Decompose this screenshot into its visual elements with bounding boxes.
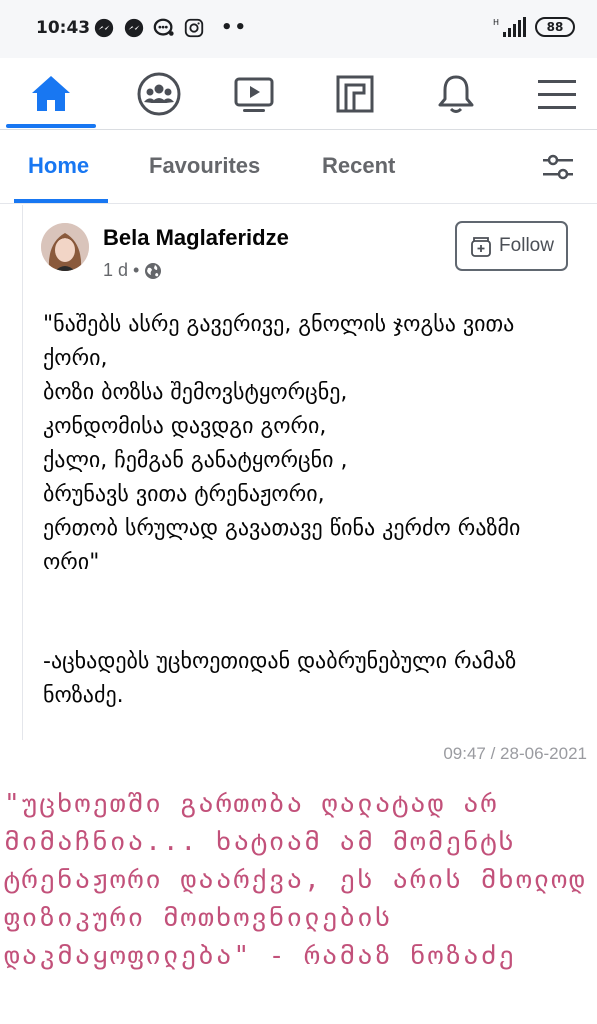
post-card: Bela Maglaferidze 1 d • Follow "ნაშებს ა… [22, 205, 597, 740]
video-icon [234, 77, 274, 112]
tab-favourites[interactable]: Favourites [149, 153, 260, 179]
bell-icon [438, 75, 474, 113]
instagram-icon [184, 18, 204, 38]
tab-recent[interactable]: Recent [322, 153, 395, 179]
signal-icon: H [493, 17, 526, 37]
filter-icon[interactable] [541, 151, 575, 183]
meta-separator: • [133, 260, 140, 280]
nav-groups[interactable] [119, 58, 199, 130]
status-bar: 10:43 •• H 88 [0, 0, 597, 58]
avatar-image [41, 223, 89, 271]
top-nav-bar [0, 58, 597, 130]
tab-home[interactable]: Home [28, 153, 89, 179]
tab-active-indicator [14, 199, 108, 203]
nav-menu[interactable] [517, 58, 597, 130]
pages-icon [336, 75, 374, 113]
screenshot-timestamp: 09:47 / 28-06-2021 [443, 744, 587, 763]
chat-bubble-icon [153, 18, 174, 36]
follow-page-icon [471, 237, 491, 257]
quote-caption: "უცხოეთში გართობა ღალატად არ მიმაჩნია...… [4, 789, 587, 971]
feed-tabs: Home Favourites Recent [0, 131, 597, 204]
follow-label: Follow [499, 235, 554, 256]
post-author[interactable]: Bela Maglaferidze [103, 225, 289, 251]
nav-watch[interactable] [214, 58, 294, 130]
messenger-icon [124, 18, 144, 38]
nav-pages[interactable] [315, 58, 395, 130]
nav-home[interactable] [11, 58, 91, 130]
battery-icon: 88 [535, 17, 575, 37]
nav-active-indicator [6, 124, 96, 128]
home-icon [32, 76, 70, 111]
follow-button[interactable]: Follow [455, 221, 568, 271]
avatar[interactable] [41, 223, 89, 271]
hamburger-icon [538, 80, 576, 109]
status-notification-icons [93, 17, 205, 39]
messenger-icon [94, 18, 114, 38]
more-notifications-indicator: •• [221, 17, 249, 38]
globe-icon [145, 262, 162, 279]
post-body: "ნაშებს ასრე გავერივე, გნოლის ჯოგსა ვითა… [43, 312, 521, 575]
post-signature: -აცხადებს უცხოეთიდან დაბრუნებული რამაზ ნ… [43, 649, 517, 708]
post-time[interactable]: 1 d [103, 260, 128, 281]
status-time: 10:43 [36, 18, 91, 38]
post-meta: 1 d • [103, 260, 162, 281]
groups-icon [137, 72, 181, 116]
status-system-icons: H 88 [493, 16, 575, 38]
network-type: H [493, 18, 499, 27]
nav-notifications[interactable] [416, 58, 496, 130]
